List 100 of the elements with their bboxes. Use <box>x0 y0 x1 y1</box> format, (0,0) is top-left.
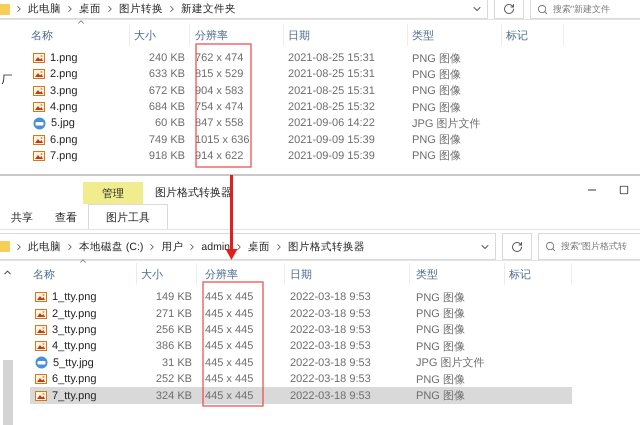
breadcrumb-item[interactable]: 此电脑 <box>28 240 61 254</box>
column-header[interactable]: 名称 <box>30 263 137 285</box>
file-date: 2021-08-25 15:32 <box>288 101 375 114</box>
file-name: 1.png <box>50 52 78 64</box>
image-file-icon <box>33 134 45 145</box>
file-date: 2021-09-09 15:39 <box>288 134 375 146</box>
file-date: 2022-03-18 9:53 <box>290 373 371 386</box>
file-size: 749 KB <box>148 134 185 146</box>
file-row[interactable]: 5_tty.jpg 31 KB 445 x 445 2022-03-18 9:53 JPG 图片文件 <box>30 354 572 371</box>
image-file-icon <box>35 390 47 401</box>
file-type: PNG 图像 <box>416 372 465 387</box>
image-file-icon <box>35 374 47 384</box>
breadcrumb-item[interactable]: 图片格式转换器 <box>288 240 366 254</box>
file-type: PNG 图像 <box>412 68 461 82</box>
file-type: PNG 图像 <box>412 100 461 115</box>
breadcrumb-item[interactable]: 此电脑 <box>28 2 61 16</box>
refresh-icon[interactable] <box>511 240 523 252</box>
folder-icon <box>0 2 10 16</box>
window-title: 图片格式转换器 <box>155 186 232 200</box>
file-name: 2.png <box>50 68 78 80</box>
column-header[interactable]: 类型 <box>410 263 505 285</box>
column-header[interactable]: 标记 <box>502 24 564 46</box>
file-type: PNG 图像 <box>416 307 465 322</box>
file-type: PNG 图像 <box>416 323 465 338</box>
file-row[interactable]: 1.png 240 KB 762 x 474 2021-08-25 15:31 PNG 图像 <box>28 50 564 66</box>
file-name: 5.jpg <box>51 117 75 130</box>
file-date: 2022-03-18 9:53 <box>290 356 371 369</box>
image-file-icon <box>35 341 47 352</box>
file-name: 2_tty.png <box>52 308 96 320</box>
file-resolution: 754 x 474 <box>195 101 244 114</box>
file-size: 252 KB <box>156 373 192 386</box>
search-field[interactable]: 搜索"新建文件 <box>553 2 610 16</box>
image-file-icon <box>35 324 47 335</box>
file-type: PNG 图像 <box>412 149 461 164</box>
breadcrumb-item[interactable]: admin <box>201 240 230 252</box>
image-file-icon <box>33 150 45 161</box>
file-name: 5_tty.jpg <box>53 356 94 369</box>
breadcrumb-item[interactable]: 本地磁盘 (C:) <box>79 240 144 254</box>
column-header[interactable]: 大小 <box>130 24 190 46</box>
image-file-icon <box>33 102 45 112</box>
file-resolution: 445 x 445 <box>205 324 254 336</box>
file-type: PNG 图像 <box>416 340 465 354</box>
file-name: 7.png <box>50 150 78 162</box>
file-row[interactable]: 6.png 749 KB 1015 x 636 2021-09-09 15:39 PNG 图像 <box>28 131 564 148</box>
file-row[interactable]: 1_tty.png 149 KB 445 x 445 2022-03-18 9:53 PNG 图像 <box>30 289 572 306</box>
file-size: 149 KB <box>156 291 192 304</box>
file-size: 271 KB <box>156 308 192 320</box>
file-size: 60 KB <box>155 117 185 130</box>
column-header[interactable]: 分辨率 <box>190 24 284 46</box>
file-name: 6_tty.png <box>52 373 96 386</box>
file-resolution: 445 x 445 <box>205 291 254 304</box>
search-icon <box>537 4 548 14</box>
ribbon-tab[interactable]: 图片工具 <box>88 204 168 229</box>
file-resolution: 445 x 445 <box>205 390 254 402</box>
context-tab[interactable]: 管理 <box>83 182 143 204</box>
column-header[interactable]: 分辨率 <box>197 263 285 285</box>
file-resolution: 762 x 474 <box>195 52 244 64</box>
image-file-icon <box>33 116 46 130</box>
file-row[interactable]: 6_tty.png 252 KB 445 x 445 2022-03-18 9:53 PNG 图像 <box>30 370 572 388</box>
file-date: 2022-03-18 9:53 <box>290 308 371 320</box>
file-resolution: 445 x 445 <box>205 340 254 352</box>
file-name: 3_tty.png <box>52 324 96 336</box>
file-size: 633 KB <box>148 68 185 80</box>
file-size: 256 KB <box>156 324 192 336</box>
maximize-button[interactable] <box>619 185 629 195</box>
column-header[interactable]: 类型 <box>408 24 502 46</box>
file-row[interactable]: 4.png 684 KB 754 x 474 2021-08-25 15:32 PNG 图像 <box>28 98 564 116</box>
file-row[interactable]: 4_tty.png 386 KB 445 x 445 2022-03-18 9:53 PNG 图像 <box>30 338 572 355</box>
breadcrumb-item[interactable]: 用户 <box>161 240 184 254</box>
image-file-icon <box>33 53 45 64</box>
file-type: PNG 图像 <box>412 133 461 148</box>
file-row[interactable]: 7_tty.png 324 KB 445 x 445 2022-03-18 9:53 PNG 图像 <box>30 387 572 404</box>
search-icon <box>545 241 556 252</box>
file-resolution: 445 x 445 <box>205 308 254 320</box>
file-size: 672 KB <box>148 84 185 97</box>
file-type: PNG 图像 <box>412 52 461 66</box>
breadcrumb-item[interactable]: 桌面 <box>79 2 101 16</box>
file-type: JPG 图片文件 <box>412 116 480 131</box>
breadcrumb-item[interactable]: 图片转换 <box>119 2 163 16</box>
column-header[interactable]: 日期 <box>285 263 410 285</box>
file-date: 2021-09-09 15:39 <box>288 150 375 162</box>
column-header[interactable]: 日期 <box>284 24 408 46</box>
folder-icon <box>0 240 10 253</box>
file-name: 1_tty.png <box>52 291 96 304</box>
refresh-icon[interactable] <box>503 3 515 15</box>
column-header[interactable]: 名称 <box>28 24 130 46</box>
breadcrumb-item[interactable]: 新建文件夹 <box>181 2 236 16</box>
file-name: 3.png <box>50 84 78 97</box>
column-header[interactable]: 大小 <box>137 263 197 285</box>
file-size: 684 KB <box>148 101 185 114</box>
file-type: PNG 图像 <box>416 389 465 404</box>
file-row[interactable]: 2_tty.png 271 KB 445 x 445 2022-03-18 9:53 PNG 图像 <box>30 305 572 322</box>
file-resolution: 445 x 445 <box>205 356 254 369</box>
sidebar-item[interactable]: 厂 <box>2 72 12 87</box>
image-file-icon <box>33 69 45 80</box>
column-header[interactable]: 标记 <box>505 263 572 285</box>
file-date: 2021-08-25 15:31 <box>288 84 375 97</box>
file-type: PNG 图像 <box>416 290 465 305</box>
file-row[interactable]: 3_tty.png 256 KB 445 x 445 2022-03-18 9:53 PNG 图像 <box>30 322 572 338</box>
breadcrumb-item[interactable]: 桌面 <box>248 240 270 254</box>
